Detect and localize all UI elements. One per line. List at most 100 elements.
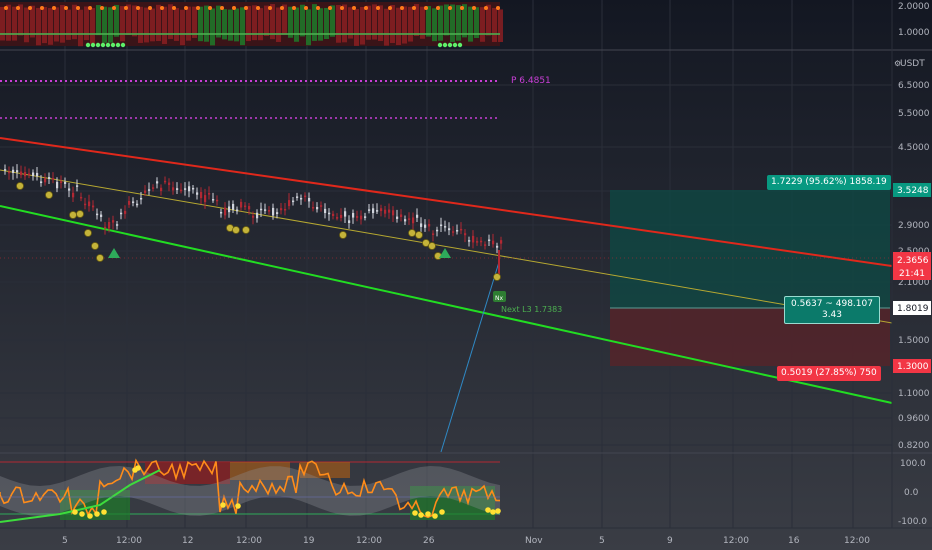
profit-zone[interactable] (610, 190, 890, 308)
heatmap-dot (136, 6, 140, 10)
candle-body (384, 209, 387, 214)
candle-body (304, 195, 307, 198)
heatmap-cell (216, 5, 221, 38)
signal-dot (84, 229, 92, 237)
osc-signal-dot (101, 509, 107, 515)
heatmap-dot (244, 6, 248, 10)
heatmap-cell (234, 8, 239, 42)
candle-body (320, 205, 323, 207)
time-tick: 12 (182, 536, 193, 546)
price-tick: 5.5000 (898, 109, 930, 119)
heatmap-cell (408, 6, 413, 42)
risk-reward-label[interactable]: 0.5637 ~ 498.107 3.43 (784, 296, 880, 324)
heatmap-cell (312, 4, 317, 41)
heatmap-dot (268, 6, 272, 10)
price-tick: 1.5000 (898, 336, 930, 346)
candle-body (452, 231, 455, 233)
heatmap-cell (354, 9, 359, 46)
price-tick: 1.1000 (898, 389, 930, 399)
heatmap-dot (328, 6, 332, 10)
candle-body (488, 239, 491, 242)
candle-body (400, 214, 403, 218)
candle-body (372, 208, 375, 214)
heatmap-cell (210, 8, 215, 46)
heatmap-cell (138, 6, 143, 43)
heatmap-dot (400, 6, 404, 10)
heatmap-cell (246, 5, 251, 42)
heatmap-dot (220, 6, 224, 10)
candle-body (20, 171, 23, 176)
candle-body (88, 201, 91, 207)
candle-body (364, 216, 367, 218)
next-level-label: Next L3 1.7383 (501, 305, 562, 314)
heatmap-cell (468, 6, 473, 42)
candle-body (256, 212, 259, 219)
heatmap-dot (172, 6, 176, 10)
candle-body (236, 209, 239, 212)
time-tick: 5 (62, 536, 68, 546)
time-tick: 16 (788, 536, 800, 546)
heatmap-dot (472, 6, 476, 10)
heatmap-cell (78, 9, 83, 47)
time-tick: 12:00 (236, 536, 262, 546)
candle-body (232, 203, 235, 210)
profit-target-label[interactable]: 1.7229 (95.62%) 1858.19 (767, 175, 891, 190)
heatmap-cell (390, 4, 395, 43)
candle-body (444, 226, 447, 228)
candle-body (280, 208, 283, 211)
candle-body (416, 214, 419, 218)
candle-body (104, 226, 107, 229)
heatmap-dot (112, 6, 116, 10)
osc-tick: -100.0 (898, 517, 927, 527)
heatmap-dot (352, 6, 356, 10)
candle-body (492, 240, 495, 245)
settings-icon[interactable]: ⚙ (894, 59, 901, 68)
heatmap-dot (376, 6, 380, 10)
heatmap-signal (442, 42, 448, 48)
candle-body (152, 187, 155, 189)
candle-body (264, 209, 267, 211)
stop-loss-label[interactable]: 0.5019 (27.85%) 750 (777, 366, 881, 381)
top-indicator-pane[interactable] (0, 2, 503, 48)
heatmap-dot (40, 6, 44, 10)
candle-body (120, 212, 123, 215)
heatmap-dot (124, 6, 128, 10)
candle-body (392, 210, 395, 216)
signal-dot (16, 182, 24, 190)
currency-label[interactable]: USDT (900, 59, 925, 69)
candle-body (4, 169, 7, 171)
signal-dot (339, 231, 347, 239)
heatmap-cell (120, 6, 125, 42)
candle-body (240, 201, 243, 208)
heatmap-dot (280, 6, 284, 10)
chart-canvas[interactable]: P 6.4851 Nx Next L3 1.7383 2.0000 1.0000… (0, 0, 932, 550)
candle-body (128, 200, 131, 205)
signal-dot (408, 229, 416, 237)
candle-body (64, 181, 67, 184)
heatmap-dot (316, 6, 320, 10)
heatmap-cell (48, 8, 53, 45)
heatmap-dot (148, 6, 152, 10)
heatmap-signal (85, 42, 91, 48)
candle-body (324, 208, 327, 214)
heatmap-signal (457, 42, 463, 48)
heatmap-dot (364, 6, 368, 10)
candle-body (144, 190, 147, 193)
candle-body (440, 224, 443, 227)
heatmap-signal (447, 42, 453, 48)
heatmap-cell (174, 8, 179, 41)
heatmap-dot (412, 6, 416, 10)
heatmap-cell (84, 6, 89, 41)
candle-body (224, 207, 227, 216)
heatmap-signal (452, 42, 458, 48)
candle-body (220, 211, 223, 214)
heatmap-cell (90, 8, 95, 44)
candle-body (448, 228, 451, 231)
candle-body (188, 186, 191, 192)
heatmap-cell (96, 5, 101, 36)
time-tick: 5 (599, 536, 605, 546)
candle-body (252, 215, 255, 218)
candle-body (340, 214, 343, 218)
candle-body (136, 203, 139, 206)
candle-body (328, 212, 331, 215)
